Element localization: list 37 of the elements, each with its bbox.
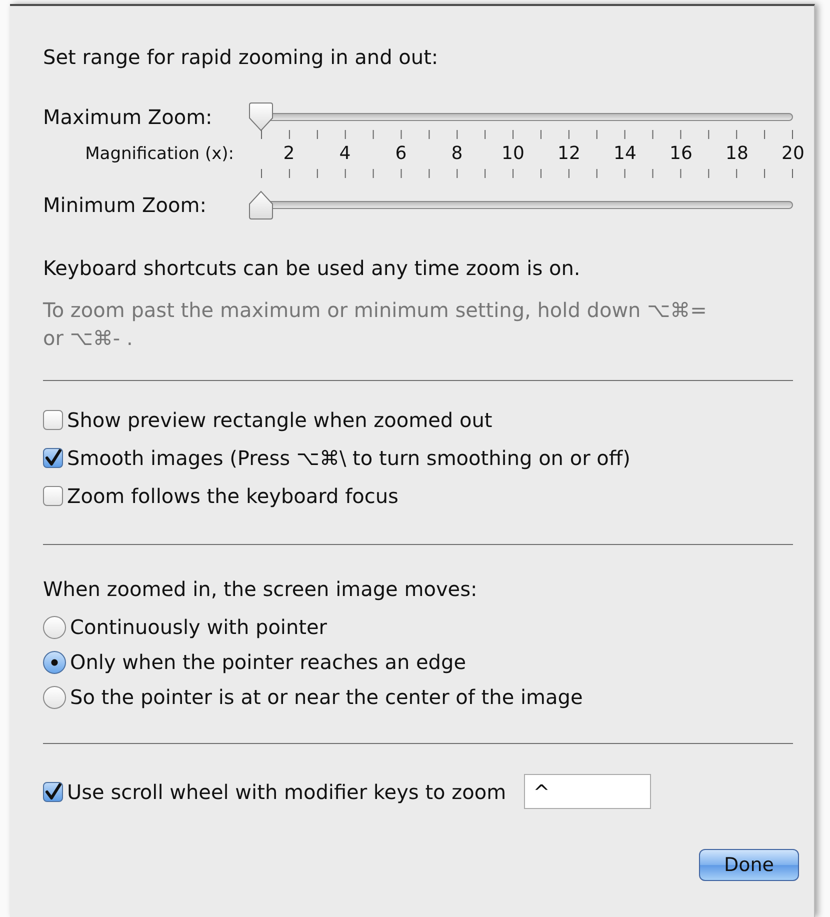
scale-value: 2 bbox=[283, 143, 295, 165]
radio-button[interactable] bbox=[43, 686, 66, 708]
radio-label: So the pointer is at or near the center of the image bbox=[70, 684, 583, 710]
slider-label: Minimum Zoom: bbox=[43, 193, 208, 217]
checkbox[interactable] bbox=[43, 782, 63, 802]
scale-value: 4 bbox=[339, 143, 351, 165]
scale-value: 14 bbox=[614, 143, 636, 165]
checkbox-label: Smooth images (Press ⌥⌘\ to turn smoothing on or off) bbox=[67, 445, 630, 471]
slider-thumb[interactable] bbox=[248, 190, 274, 220]
radio-label: Only when the pointer reaches an edge bbox=[70, 649, 466, 675]
section-heading: When zoomed in, the screen image moves: bbox=[43, 576, 478, 602]
done-button[interactable]: Done bbox=[699, 849, 799, 881]
scale-label: Magnification (x): bbox=[84, 144, 235, 164]
checkbox-label: Show preview rectangle when zoomed out bbox=[67, 407, 492, 433]
scale-value: 6 bbox=[395, 143, 407, 165]
radio-button[interactable] bbox=[43, 616, 66, 638]
zoom-slider[interactable] bbox=[248, 190, 793, 220]
scale-value: 12 bbox=[558, 143, 580, 165]
shortcut-note: Keyboard shortcuts can be used any time zoom is on. bbox=[43, 255, 582, 281]
scale-value: 16 bbox=[670, 143, 692, 165]
checkbox-label: Use scroll wheel with modifier keys to zoom bbox=[67, 778, 506, 804]
section-heading: Set range for rapid zooming in and out: bbox=[43, 44, 440, 70]
modifier-key-field[interactable]: ^ bbox=[524, 774, 652, 809]
checkbox-label: Zoom follows the keyboard focus bbox=[67, 483, 398, 509]
radio-button[interactable] bbox=[43, 650, 66, 674]
slider-thumb[interactable] bbox=[248, 102, 274, 132]
scale-value: 20 bbox=[782, 143, 804, 165]
checkbox[interactable] bbox=[43, 486, 63, 506]
checkbox[interactable] bbox=[43, 410, 63, 430]
shortcut-hint: To zoom past the maximum or minimum setting, hold down ⌥⌘= or ⌥⌘- . bbox=[43, 297, 708, 352]
scale-value: 18 bbox=[726, 143, 748, 165]
scale-value: 8 bbox=[451, 143, 463, 165]
radio-label: Continuously with pointer bbox=[70, 614, 328, 640]
scale-value: 10 bbox=[502, 143, 524, 165]
checkbox[interactable] bbox=[43, 448, 63, 468]
slider-label: Maximum Zoom: bbox=[43, 105, 214, 129]
zoom-slider[interactable] bbox=[248, 102, 793, 132]
